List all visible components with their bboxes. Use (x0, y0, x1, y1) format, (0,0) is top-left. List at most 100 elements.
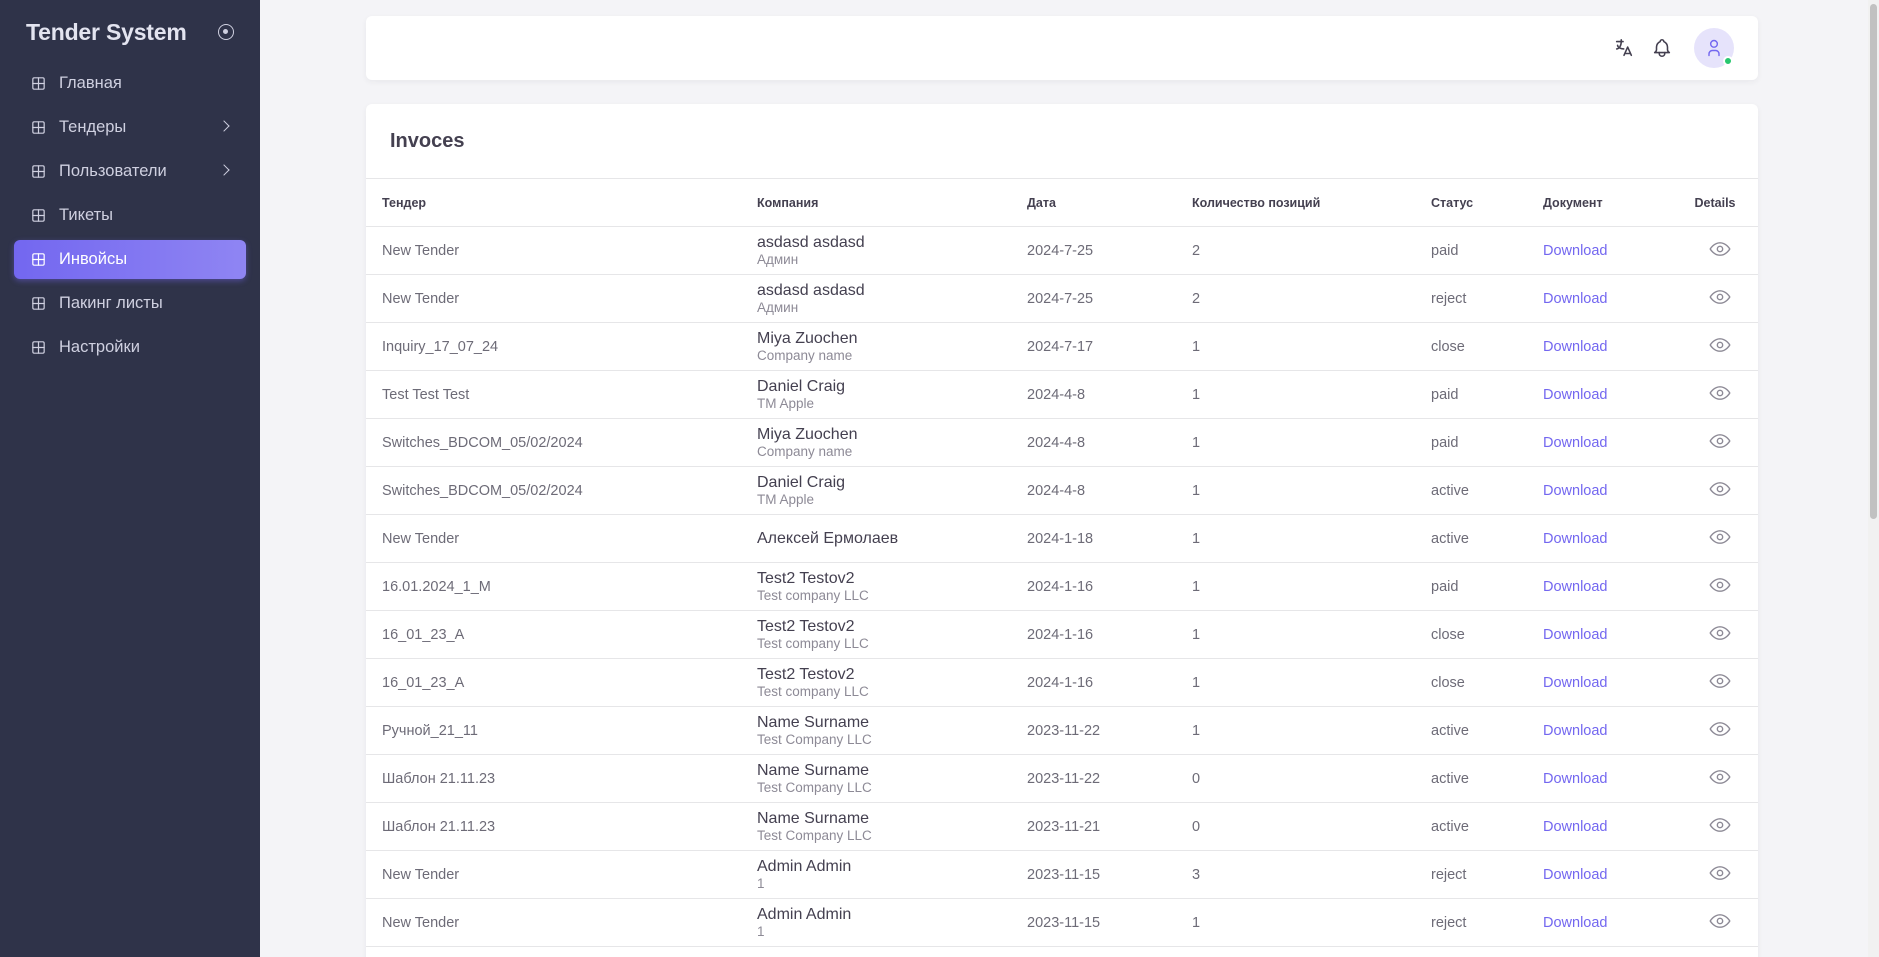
sidebar-item[interactable]: Тендеры (14, 108, 246, 147)
download-link[interactable]: Download (1543, 291, 1608, 307)
details-cell (1672, 466, 1758, 515)
download-link[interactable]: Download (1543, 675, 1608, 691)
eye-icon[interactable] (1709, 385, 1731, 401)
tender-cell: Test Test Test (366, 370, 741, 419)
download-link[interactable]: Download (1543, 867, 1608, 883)
status-cell: paid (1415, 370, 1527, 419)
details-cell (1672, 754, 1758, 803)
sidebar-item[interactable]: Главная (14, 64, 246, 103)
user-avatar[interactable] (1694, 28, 1734, 68)
eye-icon[interactable] (1709, 337, 1731, 353)
sidebar-item-label: Главная (59, 74, 122, 92)
download-link[interactable]: Download (1543, 339, 1608, 355)
page-scrollbar[interactable] (1868, 0, 1879, 957)
download-link[interactable]: Download (1543, 243, 1608, 259)
online-status-dot (1723, 56, 1733, 66)
company-cell: Daniel Craig TM Apple (741, 370, 1011, 419)
company-name: Name Surname (757, 762, 870, 779)
download-link[interactable]: Download (1543, 627, 1608, 643)
sidebar-item-label: Тендеры (59, 118, 127, 136)
download-link[interactable]: Download (1543, 579, 1608, 595)
scrollbar-thumb[interactable] (1870, 4, 1877, 519)
page-title: Invoces (390, 130, 465, 152)
company-cell: asdasd asdasd Админ (741, 274, 1011, 323)
company-subtitle: Company name (757, 348, 853, 363)
eye-icon[interactable] (1709, 625, 1731, 641)
download-link[interactable]: Download (1543, 435, 1608, 451)
bell-icon[interactable] (1650, 36, 1674, 60)
eye-icon[interactable] (1709, 913, 1731, 929)
sidebar-item[interactable]: Пакинг листы (14, 284, 246, 323)
company-subtitle: Test Company LLC (757, 828, 872, 843)
eye-icon[interactable] (1709, 577, 1731, 593)
column-header-status[interactable]: Статус (1415, 178, 1527, 227)
eye-icon[interactable] (1709, 481, 1731, 497)
company-cell: Daniel Craig TM Apple (741, 466, 1011, 515)
company-subtitle: Test Company LLC (757, 780, 872, 795)
status-cell: active (1415, 466, 1527, 515)
company-name: Admin Admin (757, 906, 852, 923)
eye-icon[interactable] (1709, 817, 1731, 833)
table-row: New Tender Admin Admin 1 2023-11-15 1 reject D… (366, 898, 1758, 947)
company-name: Test2 Testov2 (757, 666, 855, 683)
table-row: New Tender Admin Admin 1 2023-11-15 3 reject D… (366, 850, 1758, 899)
document-cell: Download (1527, 514, 1672, 563)
eye-icon[interactable] (1709, 865, 1731, 881)
company-name: Name Surname (757, 810, 870, 827)
eye-icon[interactable] (1709, 241, 1731, 257)
download-link[interactable]: Download (1543, 819, 1608, 835)
download-link[interactable]: Download (1543, 387, 1608, 403)
tender-cell: New Tender (366, 514, 741, 563)
company-cell: Name Surname Test Company LLC (741, 802, 1011, 851)
table-row: Switches_BDCOM_05/02/2024 Daniel Craig TM … (366, 466, 1758, 515)
column-header-company[interactable]: Компания (741, 178, 1011, 227)
column-header-details[interactable]: Details (1672, 178, 1758, 227)
download-link[interactable]: Download (1543, 915, 1608, 931)
translate-icon[interactable] (1612, 36, 1636, 60)
column-header-tender[interactable]: Тендер (366, 178, 741, 227)
sidebar-item[interactable]: Тикеты (14, 196, 246, 235)
positions-cell: 0 (1176, 802, 1415, 851)
status-cell: active (1415, 802, 1527, 851)
positions-cell: 1 (1176, 898, 1415, 947)
eye-icon[interactable] (1709, 529, 1731, 545)
download-link[interactable]: Download (1543, 531, 1608, 547)
column-header-positions[interactable]: Количество позиций (1176, 178, 1415, 227)
eye-icon[interactable] (1709, 721, 1731, 737)
sidebar-toggle-icon[interactable] (218, 24, 234, 40)
sidebar-item[interactable]: Инвойсы (14, 240, 246, 279)
chevron-right-icon (218, 120, 230, 132)
eye-icon[interactable] (1709, 769, 1731, 785)
positions-cell: 0 (1176, 754, 1415, 803)
column-header-document[interactable]: Документ (1527, 178, 1672, 227)
details-cell (1672, 802, 1758, 851)
eye-icon[interactable] (1709, 433, 1731, 449)
positions-cell: 1 (1176, 706, 1415, 755)
company-cell: Test2 Testov2 Test company LLC (741, 610, 1011, 659)
eye-icon[interactable] (1709, 289, 1731, 305)
download-link[interactable]: Download (1543, 771, 1608, 787)
positions-cell: 1 (1176, 514, 1415, 563)
eye-icon[interactable] (1709, 673, 1731, 689)
invoices-card: Invoces Тендер Компания Дата Количество … (366, 104, 1758, 957)
grid-icon (30, 339, 47, 356)
download-link[interactable]: Download (1543, 723, 1608, 739)
details-cell (1672, 850, 1758, 899)
date-cell: 2024-1-16 (1011, 562, 1176, 611)
company-subtitle: TM Apple (757, 396, 815, 411)
company-name: Test2 Testov2 (757, 570, 855, 587)
date-cell: 2024-1-16 (1011, 658, 1176, 707)
company-cell: Name Surname Test Company LLC (741, 706, 1011, 755)
sidebar-item[interactable]: Пользователи (14, 152, 246, 191)
table-body: New Tender asdasd asdasd Админ 2024-7-25 2 pa… (366, 226, 1758, 947)
grid-icon (30, 251, 47, 268)
table-row: Шаблон 21.11.23 Name Surname Test Company … (366, 802, 1758, 851)
company-subtitle: Company name (757, 444, 853, 459)
sidebar-item[interactable]: Настройки (14, 328, 246, 367)
company-subtitle: 1 (757, 924, 765, 939)
tender-cell: New Tender (366, 274, 741, 323)
column-header-date[interactable]: Дата (1011, 178, 1176, 227)
grid-icon (30, 295, 47, 312)
date-cell: 2023-11-15 (1011, 850, 1176, 899)
download-link[interactable]: Download (1543, 483, 1608, 499)
